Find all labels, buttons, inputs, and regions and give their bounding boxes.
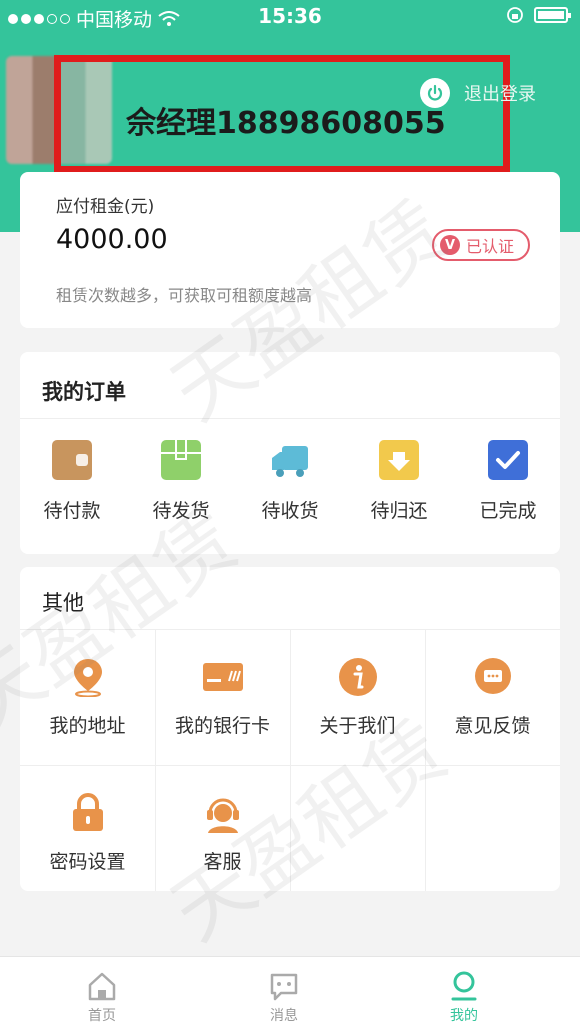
power-icon [420,78,450,108]
tab-messages[interactable]: 消息 [234,957,334,1032]
logout-label: 退出登录 [464,84,536,105]
user-name: 佘经理18898608055 [126,106,446,141]
order-label: 待归还 [370,500,428,522]
menu-label: 我的地址 [49,715,126,737]
orders-card: 我的订单 待付款 待发货 待收货 待归还 已完成 [20,352,560,554]
order-label: 待收货 [261,500,319,522]
status-bar: 中国移动 15:36 [0,0,580,34]
menu-customer-service[interactable]: 客服 [155,765,290,901]
order-pending-payment[interactable]: 待付款 [22,440,122,523]
rotation-lock-icon [507,7,523,23]
order-completed[interactable]: 已完成 [458,440,558,523]
other-card: 其他 我的地址 我的银行卡 关于我们 意见反馈 密码设置 客服 [20,567,560,891]
menu-label: 意见反馈 [454,715,531,737]
order-pending-return[interactable]: 待归还 [349,440,449,523]
headset-agent-icon [203,793,243,833]
menu-about-us[interactable]: 关于我们 [290,629,425,765]
tab-label: 消息 [270,1008,298,1024]
orders-title: 我的订单 [42,380,126,404]
divider [20,418,560,419]
menu-label: 关于我们 [319,715,396,737]
logout-button[interactable]: 退出登录 [420,78,536,108]
menu-feedback[interactable]: 意见反馈 [425,629,560,765]
menu-label: 客服 [203,851,242,873]
tab-mine[interactable]: 我的 [414,957,514,1032]
truck-icon [270,440,310,480]
menu-my-bank-card[interactable]: 我的银行卡 [155,629,290,765]
rent-label: 应付租金(元) [56,197,155,217]
menu-label: 我的银行卡 [174,715,270,737]
chat-bubble-icon [473,657,513,697]
check-icon [488,440,528,480]
tab-label: 首页 [88,1008,116,1024]
clock: 15:36 [258,4,322,28]
tab-label: 我的 [450,1008,478,1024]
tab-home[interactable]: 首页 [52,957,152,1032]
other-title: 其他 [42,591,84,615]
message-icon [269,971,299,1001]
bottom-tab-bar: 首页 消息 我的 [0,956,580,1032]
menu-my-address[interactable]: 我的地址 [20,629,155,765]
battery-icon [534,7,571,23]
return-box-icon [379,440,419,480]
rent-tip: 租赁次数越多，可获取可租额度越高 [56,286,313,305]
order-pending-receipt[interactable]: 待收货 [240,440,340,523]
wallet-icon [52,440,92,480]
verified-icon: V [440,235,460,255]
verified-badge: V 已认证 [432,229,530,261]
info-icon [338,657,378,697]
menu-label: 密码设置 [49,851,126,873]
order-pending-shipment[interactable]: 待发货 [131,440,231,523]
profile-icon [449,971,479,1001]
order-label: 待付款 [43,500,101,522]
menu-password-settings[interactable]: 密码设置 [20,765,155,901]
rent-amount: 4000.00 [56,224,168,255]
location-pin-icon [68,657,108,698]
home-icon [87,971,117,1001]
order-label: 待发货 [152,500,210,522]
rent-card: 应付租金(元) 4000.00 V 已认证 租赁次数越多，可获取可租额度越高 [20,172,560,328]
lock-icon [68,793,108,833]
package-icon [161,440,201,480]
verified-label: 已认证 [466,237,515,256]
bank-card-icon [202,657,243,697]
order-label: 已完成 [479,500,537,522]
